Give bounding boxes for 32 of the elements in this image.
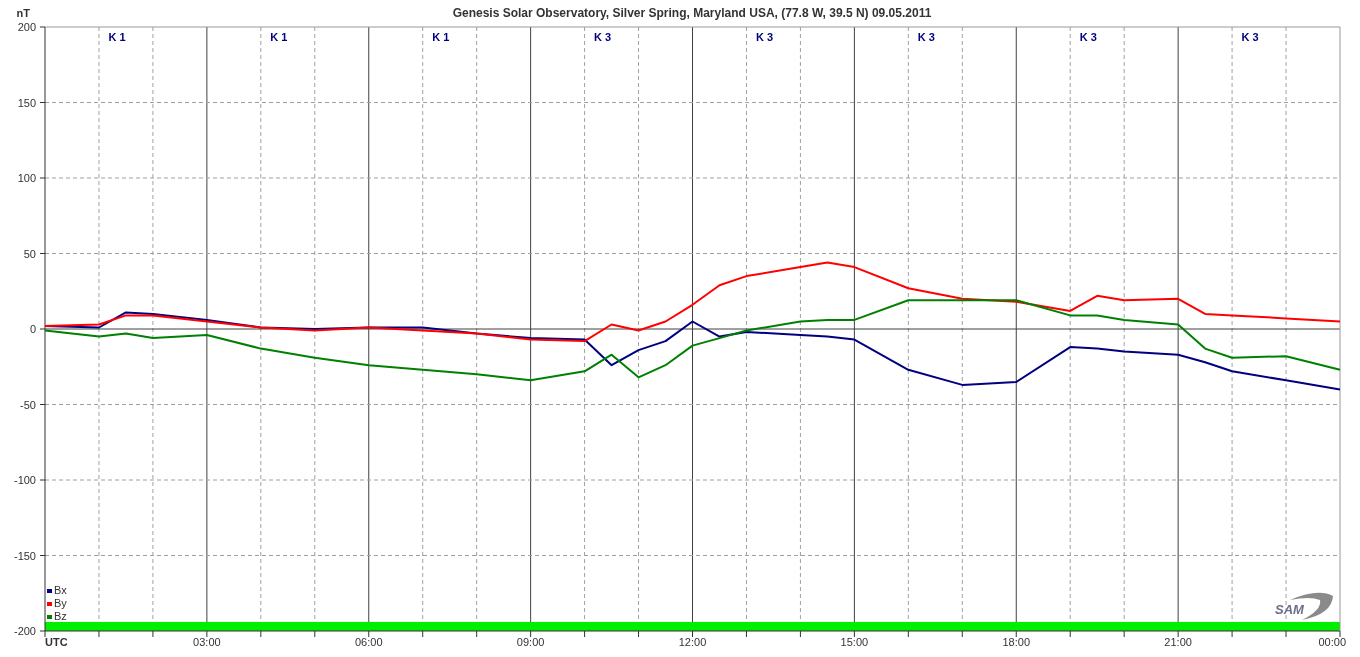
y-tick-label: -50 <box>20 398 36 411</box>
k-index-label: K 1 <box>270 31 288 43</box>
y-tick-label: -200 <box>13 625 36 637</box>
k-index-label: K 3 <box>594 31 612 43</box>
chart-title: Genesis Solar Observatory, Silver Spring, Maryland USA, (77.8 W, 39.5 N) 09.05.2011 <box>452 6 932 20</box>
k-index-label: K 1 <box>108 31 126 43</box>
x-tick-label: 21:00 <box>1164 636 1192 648</box>
y-tick-label: 100 <box>17 172 36 184</box>
x-tick-label: UTC <box>45 636 68 648</box>
y-tick-label: -150 <box>13 549 36 562</box>
x-tick-label: 09:00 <box>516 636 545 648</box>
legend-label: Bz <box>54 610 67 622</box>
x-tick-label: 15:00 <box>840 636 869 648</box>
k-index-label: K 3 <box>1241 31 1259 43</box>
x-tick-label: 03:00 <box>193 636 221 648</box>
legend-label: By <box>54 597 67 609</box>
y-tick-label: 0 <box>29 323 36 335</box>
k-index-label: K 3 <box>755 31 773 43</box>
y-tick-label: 150 <box>17 96 36 109</box>
axis-unit-label: nT <box>16 7 30 19</box>
k-index-label: K 3 <box>917 31 935 43</box>
k-index-label: K 3 <box>1079 31 1097 43</box>
y-tick-label: 50 <box>23 247 36 260</box>
k-index-label: K 1 <box>432 31 450 43</box>
x-tick-label: 18:00 <box>1002 636 1030 648</box>
y-tick-label: 200 <box>17 21 36 33</box>
logo: SAM <box>1275 592 1333 620</box>
x-tick-label: 00:00 <box>1318 636 1346 648</box>
x-tick-label: 06:00 <box>355 636 383 648</box>
y-tick-label: -100 <box>13 474 36 486</box>
x-tick-label: 12:00 <box>678 636 707 648</box>
legend-label: Bx <box>54 584 67 596</box>
